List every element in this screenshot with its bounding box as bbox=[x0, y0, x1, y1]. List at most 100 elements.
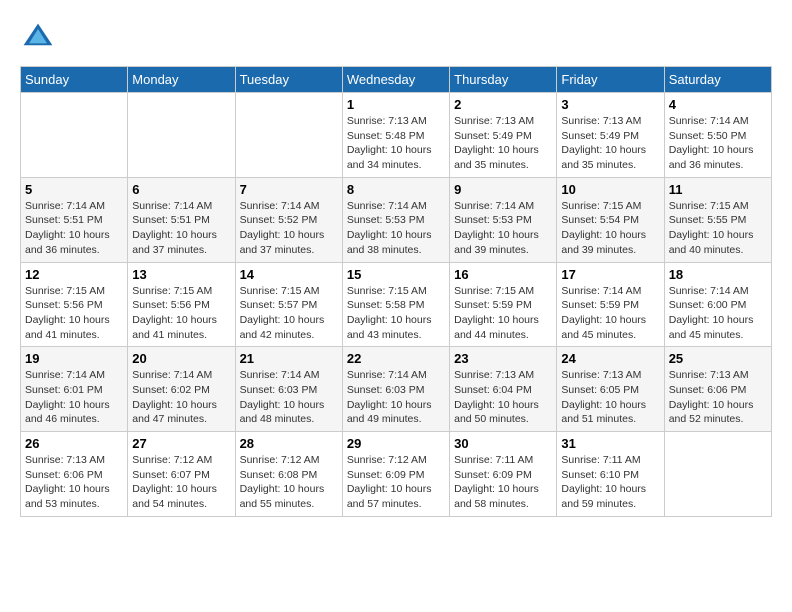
day-info: Daylight: 10 hours bbox=[561, 143, 659, 158]
calendar-cell: 22Sunrise: 7:14 AMSunset: 6:03 PMDayligh… bbox=[342, 347, 449, 432]
calendar-cell: 12Sunrise: 7:15 AMSunset: 5:56 PMDayligh… bbox=[21, 262, 128, 347]
day-info: Daylight: 10 hours bbox=[25, 313, 123, 328]
day-info: Sunset: 6:00 PM bbox=[669, 298, 767, 313]
day-info: Sunset: 6:10 PM bbox=[561, 468, 659, 483]
day-info: Sunset: 6:06 PM bbox=[669, 383, 767, 398]
calendar-cell: 10Sunrise: 7:15 AMSunset: 5:54 PMDayligh… bbox=[557, 177, 664, 262]
day-info: Daylight: 10 hours bbox=[347, 143, 445, 158]
day-info: and 44 minutes. bbox=[454, 328, 552, 343]
day-number: 2 bbox=[454, 97, 552, 112]
calendar-cell: 17Sunrise: 7:14 AMSunset: 5:59 PMDayligh… bbox=[557, 262, 664, 347]
day-info: and 58 minutes. bbox=[454, 497, 552, 512]
day-number: 25 bbox=[669, 351, 767, 366]
day-info: Daylight: 10 hours bbox=[561, 398, 659, 413]
day-info: Daylight: 10 hours bbox=[25, 228, 123, 243]
logo bbox=[20, 20, 60, 56]
day-info: Sunrise: 7:14 AM bbox=[240, 368, 338, 383]
day-info: Daylight: 10 hours bbox=[669, 398, 767, 413]
day-info: Daylight: 10 hours bbox=[454, 482, 552, 497]
day-info: and 43 minutes. bbox=[347, 328, 445, 343]
day-info: Sunset: 5:55 PM bbox=[669, 213, 767, 228]
day-number: 30 bbox=[454, 436, 552, 451]
day-number: 28 bbox=[240, 436, 338, 451]
calendar-cell: 29Sunrise: 7:12 AMSunset: 6:09 PMDayligh… bbox=[342, 432, 449, 517]
day-info: Daylight: 10 hours bbox=[454, 313, 552, 328]
day-info: and 49 minutes. bbox=[347, 412, 445, 427]
calendar-cell: 8Sunrise: 7:14 AMSunset: 5:53 PMDaylight… bbox=[342, 177, 449, 262]
day-info: and 45 minutes. bbox=[669, 328, 767, 343]
day-info: Sunrise: 7:13 AM bbox=[25, 453, 123, 468]
calendar-cell: 23Sunrise: 7:13 AMSunset: 6:04 PMDayligh… bbox=[450, 347, 557, 432]
day-number: 6 bbox=[132, 182, 230, 197]
day-info: Sunrise: 7:14 AM bbox=[132, 199, 230, 214]
day-info: Sunset: 5:57 PM bbox=[240, 298, 338, 313]
day-info: Sunset: 6:05 PM bbox=[561, 383, 659, 398]
day-info: Daylight: 10 hours bbox=[240, 313, 338, 328]
logo-icon bbox=[20, 20, 56, 56]
day-info: and 39 minutes. bbox=[561, 243, 659, 258]
day-number: 9 bbox=[454, 182, 552, 197]
day-number: 27 bbox=[132, 436, 230, 451]
day-info: Sunrise: 7:14 AM bbox=[454, 199, 552, 214]
day-number: 18 bbox=[669, 267, 767, 282]
day-info: and 37 minutes. bbox=[240, 243, 338, 258]
day-info: Daylight: 10 hours bbox=[561, 313, 659, 328]
day-info: Daylight: 10 hours bbox=[669, 228, 767, 243]
day-info: Sunset: 6:09 PM bbox=[347, 468, 445, 483]
day-number: 7 bbox=[240, 182, 338, 197]
day-info: and 36 minutes. bbox=[25, 243, 123, 258]
day-number: 14 bbox=[240, 267, 338, 282]
day-info: Sunrise: 7:13 AM bbox=[561, 368, 659, 383]
day-info: Sunset: 6:07 PM bbox=[132, 468, 230, 483]
day-info: Sunrise: 7:14 AM bbox=[347, 199, 445, 214]
day-info: Daylight: 10 hours bbox=[240, 398, 338, 413]
day-info: Sunset: 6:01 PM bbox=[25, 383, 123, 398]
day-info: Daylight: 10 hours bbox=[454, 143, 552, 158]
day-info: Daylight: 10 hours bbox=[454, 228, 552, 243]
day-info: Sunrise: 7:14 AM bbox=[347, 368, 445, 383]
day-number: 11 bbox=[669, 182, 767, 197]
day-info: Sunrise: 7:13 AM bbox=[347, 114, 445, 129]
calendar-cell: 31Sunrise: 7:11 AMSunset: 6:10 PMDayligh… bbox=[557, 432, 664, 517]
day-info: Sunrise: 7:14 AM bbox=[561, 284, 659, 299]
day-info: and 38 minutes. bbox=[347, 243, 445, 258]
day-info: Sunrise: 7:12 AM bbox=[347, 453, 445, 468]
day-info: Sunrise: 7:12 AM bbox=[240, 453, 338, 468]
day-number: 1 bbox=[347, 97, 445, 112]
day-info: Sunrise: 7:14 AM bbox=[25, 368, 123, 383]
day-info: Sunrise: 7:15 AM bbox=[347, 284, 445, 299]
day-info: Sunset: 5:51 PM bbox=[132, 213, 230, 228]
day-info: Sunrise: 7:13 AM bbox=[561, 114, 659, 129]
weekday-header: Thursday bbox=[450, 67, 557, 93]
calendar-body: 1Sunrise: 7:13 AMSunset: 5:48 PMDaylight… bbox=[21, 93, 772, 517]
day-info: and 35 minutes. bbox=[454, 158, 552, 173]
calendar-cell bbox=[235, 93, 342, 178]
day-info: Sunset: 6:09 PM bbox=[454, 468, 552, 483]
day-info: and 53 minutes. bbox=[25, 497, 123, 512]
day-number: 23 bbox=[454, 351, 552, 366]
day-info: and 47 minutes. bbox=[132, 412, 230, 427]
day-info: Sunset: 6:06 PM bbox=[25, 468, 123, 483]
day-info: Sunset: 5:56 PM bbox=[132, 298, 230, 313]
day-info: Sunset: 5:48 PM bbox=[347, 129, 445, 144]
day-info: Sunset: 6:08 PM bbox=[240, 468, 338, 483]
day-number: 5 bbox=[25, 182, 123, 197]
day-info: Sunrise: 7:15 AM bbox=[240, 284, 338, 299]
calendar-cell: 3Sunrise: 7:13 AMSunset: 5:49 PMDaylight… bbox=[557, 93, 664, 178]
weekday-header: Sunday bbox=[21, 67, 128, 93]
day-number: 4 bbox=[669, 97, 767, 112]
day-number: 31 bbox=[561, 436, 659, 451]
weekday-header: Monday bbox=[128, 67, 235, 93]
day-number: 16 bbox=[454, 267, 552, 282]
day-info: Daylight: 10 hours bbox=[347, 482, 445, 497]
calendar-week-row: 5Sunrise: 7:14 AMSunset: 5:51 PMDaylight… bbox=[21, 177, 772, 262]
weekday-header: Wednesday bbox=[342, 67, 449, 93]
day-info: Daylight: 10 hours bbox=[132, 398, 230, 413]
day-info: Sunrise: 7:14 AM bbox=[240, 199, 338, 214]
calendar-week-row: 12Sunrise: 7:15 AMSunset: 5:56 PMDayligh… bbox=[21, 262, 772, 347]
day-number: 13 bbox=[132, 267, 230, 282]
calendar-cell: 2Sunrise: 7:13 AMSunset: 5:49 PMDaylight… bbox=[450, 93, 557, 178]
day-info: Sunset: 5:58 PM bbox=[347, 298, 445, 313]
day-info: Sunset: 5:49 PM bbox=[454, 129, 552, 144]
calendar-table: SundayMondayTuesdayWednesdayThursdayFrid… bbox=[20, 66, 772, 517]
